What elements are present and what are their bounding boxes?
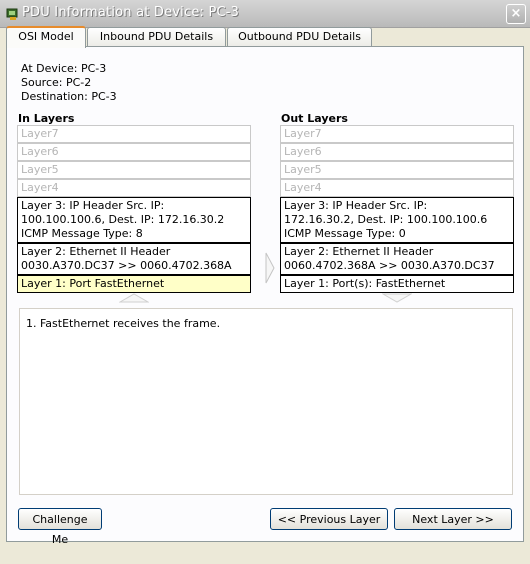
destination-label: Destination: PC-3 [21,90,117,103]
description-text: 1. FastEthernet receives the frame. [26,317,221,330]
close-icon: × [510,6,522,21]
out-layer-4[interactable]: Layer4 [280,179,514,197]
close-button[interactable]: × [506,4,526,24]
title-bar: PDU Information at Device: PC-3 × [0,0,530,28]
tab-label: OSI Model [18,30,74,43]
in-layer-7[interactable]: Layer7 [17,125,251,143]
app-icon [6,8,18,20]
at-device-label: At Device: PC-3 [21,62,107,75]
out-layer-6[interactable]: Layer6 [280,143,514,161]
tab-label: Inbound PDU Details [99,30,214,43]
in-layers-header: In Layers [18,112,75,125]
in-layer-2[interactable]: Layer 2: Ethernet II Header 0030.A370.DC… [17,243,251,275]
source-label: Source: PC-2 [21,76,92,89]
in-layer-6[interactable]: Layer6 [17,143,251,161]
description-box: 1. FastEthernet receives the frame. [19,308,513,495]
in-layer-3-line2: 100.100.100.6, Dest. IP: 172.16.30.2 [21,213,225,226]
window-title: PDU Information at Device: PC-3 [22,5,240,20]
in-layer-4[interactable]: Layer4 [17,179,251,197]
in-layer-3-line3: ICMP Message Type: 8 [21,227,143,240]
out-layer-2-line1: Layer 2: Ethernet II Header [284,245,434,258]
out-layer-2-line2: 0060.4702.368A >> 0030.A370.DC37 [284,259,495,272]
tab-label: Outbound PDU Details [238,30,361,43]
in-layer-2-line2: 0030.A370.DC37 >> 0060.4702.368A [21,259,232,272]
in-layer-2-line1: Layer 2: Ethernet II Header [21,245,171,258]
in-layer-3[interactable]: Layer 3: IP Header Src. IP: 100.100.100.… [17,197,251,243]
out-layer-7[interactable]: Layer7 [280,125,514,143]
tab-osi-model[interactable]: OSI Model [6,26,86,48]
out-layer-3-line1: Layer 3: IP Header Src. IP: [284,199,428,212]
challenge-me-button[interactable]: Challenge Me [18,508,102,546]
in-layer-5[interactable]: Layer5 [17,161,251,179]
out-layer-2[interactable]: Layer 2: Ethernet II Header 0060.4702.36… [280,243,514,275]
tab-inbound-pdu-details[interactable]: Inbound PDU Details [87,27,226,47]
chevron-down-icon [382,293,412,303]
chevron-right-icon [265,252,275,284]
out-layer-3-line2: 172.16.30.2, Dest. IP: 100.100.100.6 [284,213,488,226]
next-layer-button[interactable]: Next Layer >> [394,508,512,530]
chevron-up-icon [119,293,149,303]
in-layer-3-line1: Layer 3: IP Header Src. IP: [21,199,165,212]
tab-outbound-pdu-details[interactable]: Outbound PDU Details [227,27,372,47]
out-layers-header: Out Layers [281,112,348,125]
previous-layer-button[interactable]: << Previous Layer [270,508,388,530]
out-layer-3[interactable]: Layer 3: IP Header Src. IP: 172.16.30.2,… [280,197,514,243]
osi-model-panel: At Device: PC-3 Source: PC-2 Destination… [6,46,524,542]
out-layer-3-line3: ICMP Message Type: 0 [284,227,406,240]
out-layer-5[interactable]: Layer5 [280,161,514,179]
out-layer-1[interactable]: Layer 1: Port(s): FastEthernet [280,275,514,293]
in-layer-1[interactable]: Layer 1: Port FastEthernet [17,275,251,293]
